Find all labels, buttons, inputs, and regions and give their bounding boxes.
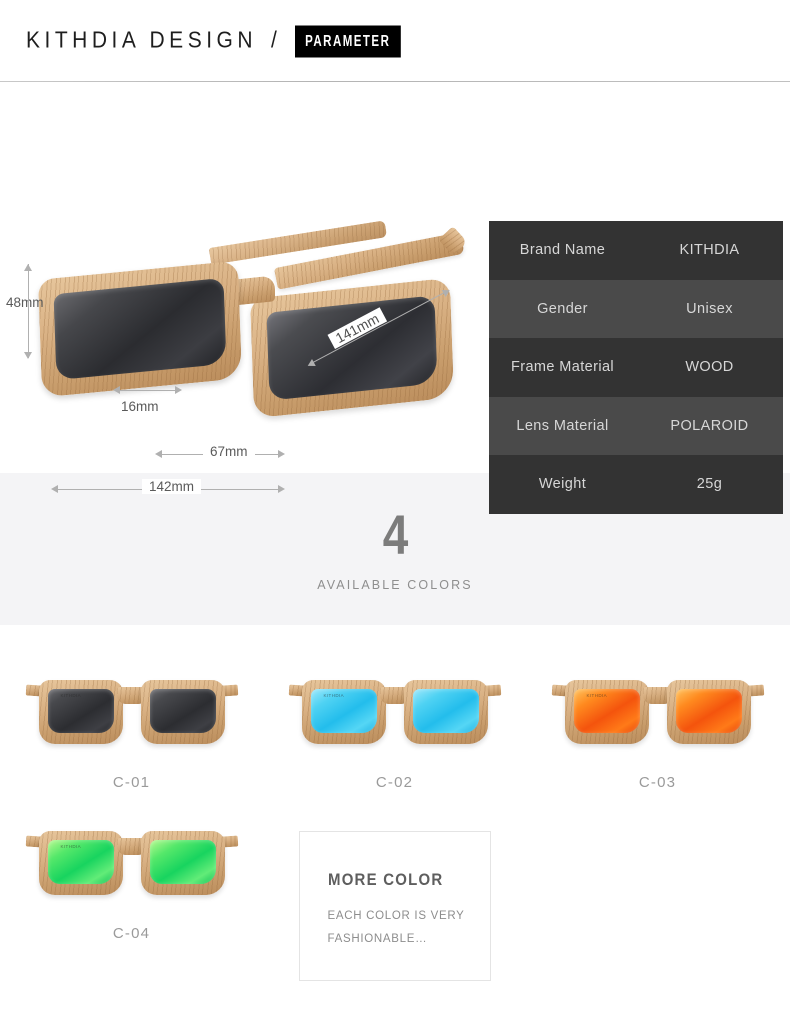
spec-key: Frame Material <box>510 359 615 376</box>
color-count-caption: AVAILABLE COLORS <box>317 577 473 592</box>
lens-logo: KITHDIA <box>60 844 82 849</box>
color-variant-c-01[interactable]: KITHDIA C-01 <box>0 680 263 791</box>
sunglasses-front-illustration: KITHDIA <box>25 680 238 754</box>
sunglasses-front-illustration: KITHDIA <box>25 831 238 905</box>
dimension-label-lens-height: 48mm <box>6 295 44 310</box>
sunglasses-three-quarter-illustration <box>38 220 468 419</box>
specification-table: Brand Name KITHDIA Gender Unisex Frame M… <box>489 221 783 514</box>
lens-logo: KITHDIA <box>323 693 345 698</box>
lens-near <box>53 277 227 381</box>
lens-rim-left <box>564 680 649 744</box>
table-row: Gender Unisex <box>489 279 783 338</box>
spec-key: Lens Material <box>516 417 609 434</box>
arrowhead-left-icon <box>51 485 58 493</box>
color-variants-grid: KITHDIA C-01 KITHDIA C-02 KITHDIA C-03 K… <box>0 625 790 982</box>
lens-rim-right <box>140 680 225 744</box>
dimension-line-bridge-width <box>118 390 180 391</box>
color-variant-c-02[interactable]: KITHDIA C-02 <box>263 680 526 791</box>
lens-rim-right <box>666 680 751 744</box>
header-separator: / <box>271 27 277 54</box>
arrowhead-up-icon <box>24 264 32 271</box>
more-color-line-1: EACH COLOR IS VERY <box>327 910 465 922</box>
spec-key: Gender <box>537 300 588 317</box>
lens-rim-far <box>249 277 455 419</box>
lens-right <box>412 689 479 733</box>
parameter-badge: PARAMETER <box>294 25 401 57</box>
lens-rim-near <box>38 260 242 398</box>
spec-value: Unisex <box>686 300 733 317</box>
lens-right <box>149 840 216 884</box>
arrowhead-right-icon <box>278 450 285 458</box>
table-row: Lens Material POLAROID <box>489 396 783 455</box>
dimension-label-bridge-width: 16mm <box>121 399 159 414</box>
arrowhead-left-icon <box>113 386 120 394</box>
color-variant-label: C-02 <box>375 774 414 791</box>
lens-rim-right <box>140 831 225 895</box>
sunglasses-front-illustration: KITHDIA <box>551 680 764 754</box>
color-count-number: 4 <box>382 502 409 566</box>
lens-rim-right <box>403 680 488 744</box>
more-color-title: MORE COLOR <box>327 870 443 889</box>
more-color-line-2: FASHIONABLE… <box>327 933 428 946</box>
spec-key: Weight <box>538 476 587 493</box>
dimension-label-frame-width: 142mm <box>142 479 202 494</box>
spec-section: 48mm 16mm 67mm 142mm 141mm Brand Name KI <box>0 82 790 514</box>
spec-value: POLAROID <box>670 417 749 434</box>
lens-logo: KITHDIA <box>60 693 82 698</box>
color-variant-label: C-01 <box>112 774 151 791</box>
sunglasses-front-illustration: KITHDIA <box>288 680 501 754</box>
arrowhead-right-icon <box>175 386 182 394</box>
spec-value: WOOD <box>685 359 734 376</box>
color-variant-label: C-04 <box>112 925 151 942</box>
table-row: Brand Name KITHDIA <box>489 221 783 280</box>
lens-rim-left <box>38 680 123 744</box>
lens-rim-left <box>301 680 386 744</box>
table-row: Weight 25g <box>489 455 783 514</box>
color-variant-c-03[interactable]: KITHDIA C-03 <box>526 680 789 791</box>
brand-title: KITHDIA DESIGN <box>26 27 258 54</box>
dimension-line-lens-height <box>28 264 29 358</box>
lens-logo: KITHDIA <box>586 693 608 698</box>
table-row: Frame Material WOOD <box>489 338 783 397</box>
arrowhead-left-icon <box>155 450 162 458</box>
spec-value: KITHDIA <box>679 242 740 259</box>
color-variant-c-04[interactable]: KITHDIA C-04 <box>0 831 263 942</box>
arrowhead-down-icon <box>24 352 32 359</box>
spec-key: Brand Name <box>519 242 606 259</box>
lens-right <box>675 689 742 733</box>
dimension-label-lens-width: 67mm <box>203 444 255 459</box>
more-color-cell: MORE COLOR EACH COLOR IS VERY FASHIONABL… <box>263 831 526 982</box>
product-photo: 48mm 16mm 67mm 142mm 141mm <box>0 82 480 494</box>
page-header: KITHDIA DESIGN / PARAMETER <box>0 0 790 82</box>
spec-value: 25g <box>696 476 723 493</box>
lens-right <box>149 689 216 733</box>
lens-rim-left <box>38 831 123 895</box>
arrowhead-right-icon <box>278 485 285 493</box>
more-color-card[interactable]: MORE COLOR EACH COLOR IS VERY FASHIONABL… <box>298 831 491 981</box>
color-variant-label: C-03 <box>638 774 677 791</box>
